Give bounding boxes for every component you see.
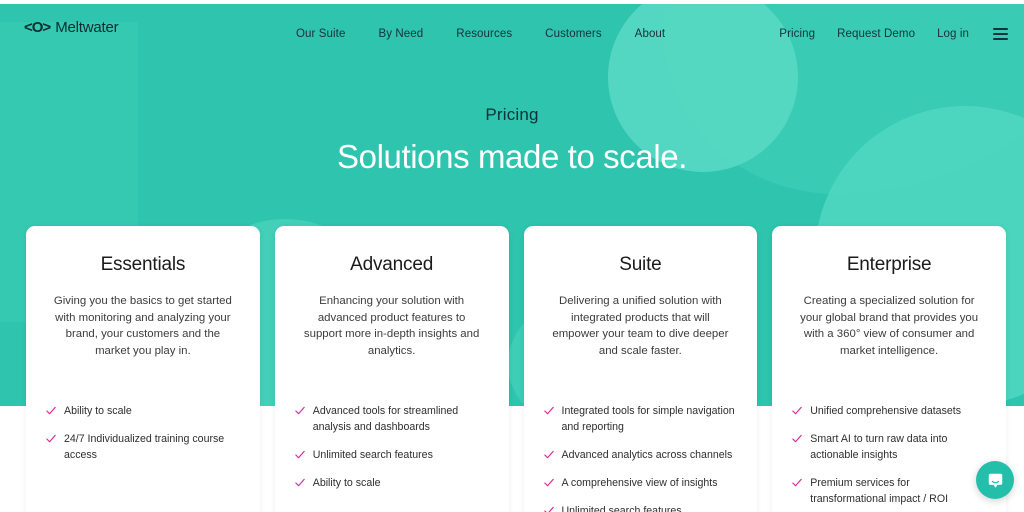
feature-text: Advanced tools for streamlined analysis … [312, 405, 459, 433]
list-item: A comprehensive view of insights [543, 475, 738, 491]
list-item: Ability to scale [295, 475, 489, 491]
plan-description: Giving you the basics to get started wit… [53, 295, 232, 357]
feature-text: Unified comprehensive datasets [810, 405, 961, 417]
plan-name: Enterprise [846, 254, 932, 275]
card-spacer [295, 359, 489, 397]
check-icon [792, 478, 802, 488]
card-spacer [46, 359, 240, 397]
check-icon [295, 450, 305, 460]
pricing-card-advanced[interactable]: Advanced Enhancing your solution with ad… [274, 226, 509, 512]
plan-feature-list: Integrated tools for simple navigation a… [543, 403, 738, 512]
check-icon [543, 406, 554, 416]
nav-link-by-need[interactable]: By Need [378, 28, 423, 41]
plan-name: Suite [619, 254, 662, 275]
feature-text: Unlimited search features [561, 505, 682, 512]
check-icon [295, 406, 305, 416]
nav-link-pricing[interactable]: Pricing [779, 28, 815, 41]
plan-description: Delivering a unified solution with integ… [552, 295, 729, 357]
check-icon [46, 434, 56, 444]
feature-text: Ability to scale [64, 405, 132, 417]
nav-link-resources[interactable]: Resources [456, 28, 512, 41]
hero-eyebrow: Pricing [485, 105, 539, 124]
primary-nav-links: Our Suite By Need Resources Customers Ab… [296, 28, 666, 41]
list-item: Unlimited search features [543, 503, 738, 512]
page-title: Solutions made to scale. [337, 138, 687, 175]
check-icon [792, 406, 802, 416]
feature-text: A comprehensive view of insights [561, 477, 718, 489]
plan-description: Creating a specialized solution for your… [800, 295, 979, 357]
list-item: Advanced tools for streamlined analysis … [295, 403, 489, 435]
list-item: Unified comprehensive datasets [792, 403, 986, 419]
nav-link-log-in[interactable]: Log in [937, 28, 969, 41]
feature-text: Advanced analytics across channels [561, 449, 733, 461]
feature-text: Smart AI to turn raw data into actionabl… [810, 433, 948, 461]
list-item: Integrated tools for simple navigation a… [543, 403, 738, 435]
hamburger-icon[interactable] [993, 28, 1008, 41]
nav-link-customers[interactable]: Customers [545, 28, 602, 41]
feature-text: 24/7 Individualized training course acce… [64, 433, 225, 461]
check-icon [543, 450, 554, 460]
feature-text: Unlimited search features [312, 449, 433, 461]
plan-feature-list: Unified comprehensive datasets Smart AI … [792, 403, 986, 512]
nav-link-our-suite[interactable]: Our Suite [296, 28, 345, 41]
card-spacer [792, 359, 986, 397]
chat-widget-button[interactable] [976, 461, 1014, 499]
meltwater-logo[interactable]: <O> Meltwater [24, 19, 119, 36]
nav-link-request-demo[interactable]: Request Demo [837, 28, 915, 41]
list-item: Premium services for transformational im… [792, 475, 986, 507]
card-spacer [544, 359, 738, 397]
nav-link-about[interactable]: About [635, 28, 666, 41]
pricing-card-essentials[interactable]: Essentials Giving you the basics to get … [26, 226, 260, 512]
meltwater-logo-text: Meltwater [55, 19, 119, 36]
check-icon [792, 434, 802, 444]
plan-description: Enhancing your solution with advanced pr… [303, 295, 480, 357]
feature-text: Ability to scale [312, 477, 381, 489]
pricing-card-enterprise[interactable]: Enterprise Creating a specialized soluti… [772, 226, 1006, 512]
main-navigation: <O> Meltwater Our Suite By Need Resource… [0, 4, 1024, 60]
check-icon [543, 478, 554, 488]
plan-feature-list: Advanced tools for streamlined analysis … [295, 403, 489, 503]
chat-bubble-icon [988, 473, 1002, 488]
list-item: Smart AI to turn raw data into actionabl… [792, 431, 986, 463]
pricing-page: <O> Meltwater Our Suite By Need Resource… [0, 0, 1024, 512]
feature-text: Integrated tools for simple navigation a… [561, 405, 735, 433]
pricing-cards: Essentials Giving you the basics to get … [26, 226, 1006, 512]
plan-name: Advanced [350, 254, 434, 275]
pricing-card-suite[interactable]: Suite Delivering a unified solution with… [523, 226, 758, 512]
feature-text: Premium services for transformational im… [810, 477, 949, 505]
check-icon [46, 406, 56, 416]
list-item: Advanced analytics across channels [543, 447, 738, 463]
check-icon [295, 478, 305, 488]
list-item: 24/7 Individualized training course acce… [46, 431, 240, 463]
plan-feature-list: Ability to scale 24/7 Individualized tra… [46, 403, 240, 475]
plan-name: Essentials [100, 254, 186, 275]
check-icon [543, 506, 554, 512]
secondary-nav-links: Pricing Request Demo Log in [779, 28, 1008, 41]
meltwater-logo-icon: <O> [24, 19, 51, 36]
list-item: Ability to scale [46, 403, 240, 419]
list-item: Unlimited search features [295, 447, 489, 463]
